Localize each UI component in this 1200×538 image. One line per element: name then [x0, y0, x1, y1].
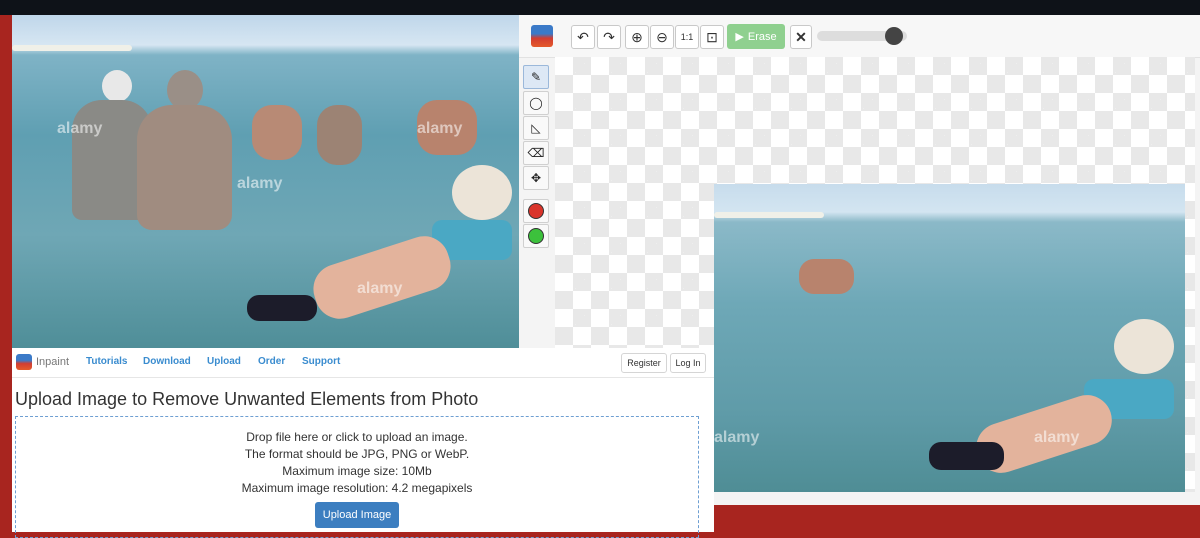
- window-top-bar: [0, 0, 1200, 15]
- redo-icon: ↷: [603, 28, 615, 45]
- polygon-lasso-icon: ◺: [531, 121, 541, 135]
- watermark: alamy: [57, 120, 103, 137]
- zoom-in-icon: ⊕: [631, 28, 643, 45]
- polygon-lasso-tool[interactable]: ◺: [523, 116, 549, 140]
- person-body: [252, 105, 302, 160]
- nav-link-tutorials[interactable]: Tutorials: [86, 356, 127, 367]
- zoom-fit-icon: ⊡: [706, 28, 718, 45]
- person-legs: [306, 229, 458, 326]
- shoreline: [714, 212, 824, 218]
- watermark: alamy: [417, 120, 463, 137]
- nav-link-order[interactable]: Order: [258, 356, 285, 367]
- erase-button[interactable]: ▶ Erase: [727, 24, 785, 49]
- move-icon: ✥: [530, 171, 542, 185]
- zoom-fit-button[interactable]: ⊡: [700, 25, 724, 49]
- editor-bottom-strip: [714, 492, 1200, 505]
- inpaint-website: Inpaint Tutorials Download Upload Order …: [12, 348, 714, 538]
- zoom-actual-button[interactable]: 1:1: [675, 25, 699, 49]
- zoom-actual-size-icon: 1:1: [680, 32, 694, 42]
- dropzone-format: The format should be JPG, PNG or WebP.: [244, 447, 470, 461]
- brand-name[interactable]: Inpaint: [36, 356, 69, 368]
- undo-icon: ↶: [577, 28, 589, 45]
- person-hat: [1114, 319, 1174, 374]
- person-body: [137, 105, 232, 230]
- marker-icon: ✎: [530, 70, 542, 84]
- play-icon: ▶: [735, 31, 744, 43]
- red-color-button[interactable]: [523, 199, 549, 223]
- watermark: alamy: [357, 280, 403, 297]
- green-color-button[interactable]: [523, 224, 549, 248]
- zoom-out-icon: ⊖: [656, 28, 668, 45]
- green-color-swatch: [528, 228, 544, 244]
- register-button[interactable]: Register: [621, 353, 667, 373]
- edited-photo: alamy alamy: [714, 184, 1185, 492]
- person-shoes: [929, 442, 1004, 470]
- dropzone-max-size: Maximum image size: 10Mb: [282, 464, 432, 478]
- lasso-tool[interactable]: ◯: [523, 91, 549, 115]
- redo-button[interactable]: ↷: [597, 25, 621, 49]
- nav-link-upload[interactable]: Upload: [207, 356, 241, 367]
- shoreline: [12, 45, 132, 51]
- nav-link-download[interactable]: Download: [143, 356, 191, 367]
- upload-image-button[interactable]: Upload Image: [315, 502, 399, 528]
- site-logo[interactable]: [16, 354, 32, 370]
- marker-tool[interactable]: ✎: [523, 65, 549, 89]
- erase-label: Erase: [747, 30, 777, 43]
- person-body: [799, 259, 854, 294]
- upload-dropzone[interactable]: Drop file here or click to upload an ima…: [15, 416, 699, 538]
- clear-button[interactable]: ✕: [790, 25, 812, 49]
- eraser-tool[interactable]: ⌫: [523, 141, 549, 165]
- person-shoes: [247, 295, 317, 321]
- move-tool[interactable]: ✥: [523, 166, 549, 190]
- original-photo: alamy alamy alamy alamy: [12, 15, 519, 348]
- close-icon: ✕: [795, 28, 807, 45]
- watermark: alamy: [237, 175, 283, 192]
- app-logo: [531, 25, 553, 47]
- eraser-icon: ⌫: [527, 146, 545, 160]
- lasso-icon: ◯: [529, 96, 543, 110]
- page-title: Upload Image to Remove Unwanted Elements…: [15, 389, 479, 409]
- dropzone-instruction: Drop file here or click to upload an ima…: [246, 430, 468, 444]
- site-navbar: Inpaint Tutorials Download Upload Order …: [12, 348, 714, 378]
- tool-palette: ✎ ◯ ◺ ⌫ ✥: [523, 59, 549, 249]
- person-head: [167, 70, 203, 110]
- zoom-out-button[interactable]: ⊖: [650, 25, 674, 49]
- watermark: alamy: [1034, 429, 1080, 446]
- login-button[interactable]: Log In: [670, 353, 706, 373]
- editor-toolbar: ↶ ↷ ⊕ ⊖ 1:1 ⊡ ▶ Erase ✕: [519, 15, 1200, 58]
- red-color-swatch: [528, 203, 544, 219]
- person-body: [317, 105, 362, 165]
- undo-button[interactable]: ↶: [571, 25, 595, 49]
- zoom-in-button[interactable]: ⊕: [625, 25, 649, 49]
- dropzone-max-resolution: Maximum image resolution: 4.2 megapixels: [241, 481, 473, 495]
- watermark: alamy: [714, 429, 760, 446]
- person-head: [102, 70, 132, 102]
- brush-size-handle[interactable]: [884, 27, 903, 45]
- person-hat: [452, 165, 512, 220]
- nav-link-support[interactable]: Support: [302, 356, 340, 367]
